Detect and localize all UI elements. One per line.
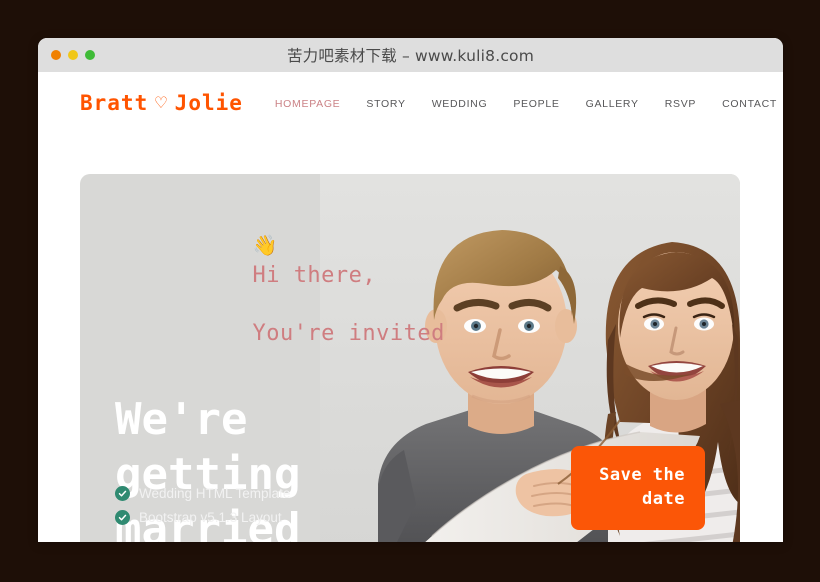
nav-link-wedding[interactable]: WEDDING (432, 98, 488, 110)
waving-hand-icon: 👋 (252, 233, 278, 258)
nav-item-people: PEOPLE (513, 94, 559, 112)
save-the-date-line1: Save the (599, 464, 685, 485)
window-title: 苦力吧素材下载 – www.kuli8.com (286, 47, 535, 65)
nav-link-rsvp[interactable]: RSVP (665, 98, 696, 110)
minimize-window-button[interactable] (68, 50, 78, 60)
browser-window: 苦力吧素材下载 – www.kuli8.com Bratt ♡ Jolie HO… (38, 38, 783, 542)
check-circle-icon (115, 510, 130, 525)
site-content: Bratt ♡ Jolie HOMEPAGE STORY WEDDING PEO… (38, 72, 783, 542)
nav-item-wedding: WEDDING (432, 94, 488, 112)
nav-item-story: STORY (366, 94, 405, 112)
close-window-button[interactable] (51, 50, 61, 60)
primary-navigation: HOMEPAGE STORY WEDDING PEOPLE GALLERY RS… (275, 94, 777, 112)
hero-feature-list: Wedding HTML Template Bootstrap v5.1.3 L… (115, 486, 290, 534)
feature-item-template: Wedding HTML Template (115, 486, 290, 501)
check-circle-icon (115, 486, 130, 501)
site-logo[interactable]: Bratt ♡ Jolie (80, 91, 243, 115)
feature-label-bootstrap: Bootstrap v5.1.3 Layout (139, 510, 282, 525)
save-the-date-line2: date (642, 489, 685, 510)
feature-label-template: Wedding HTML Template (139, 486, 291, 501)
feature-item-bootstrap: Bootstrap v5.1.3 Layout (115, 510, 290, 525)
heart-icon: ♡ (155, 91, 168, 114)
nav-item-homepage: HOMEPAGE (275, 94, 341, 112)
nav-link-gallery[interactable]: GALLERY (586, 98, 639, 110)
logo-text-right: Jolie (174, 91, 243, 115)
hero-greeting-line1: Hi there, (252, 262, 377, 288)
logo-text-left: Bratt (80, 91, 149, 115)
window-traffic-lights (38, 50, 95, 60)
browser-title-bar: 苦力吧素材下载 – www.kuli8.com (38, 38, 783, 72)
nav-link-story[interactable]: STORY (366, 98, 405, 110)
site-navbar: Bratt ♡ Jolie HOMEPAGE STORY WEDDING PEO… (38, 72, 783, 134)
hero-greeting: 👋 Hi there, You're invited (115, 202, 444, 378)
nav-item-contact: CONTACT (722, 94, 777, 112)
nav-item-rsvp: RSVP (665, 94, 696, 112)
nav-item-gallery: GALLERY (586, 94, 639, 112)
save-the-date-button[interactable]: Save the date (571, 445, 705, 530)
nav-link-people[interactable]: PEOPLE (513, 98, 559, 110)
maximize-window-button[interactable] (85, 50, 95, 60)
nav-link-homepage[interactable]: HOMEPAGE (275, 98, 341, 110)
hero-section: 👋 Hi there, You're invited We're getting… (80, 174, 740, 542)
nav-link-contact[interactable]: CONTACT (722, 98, 777, 110)
hero-greeting-line2: You're invited (252, 321, 445, 346)
